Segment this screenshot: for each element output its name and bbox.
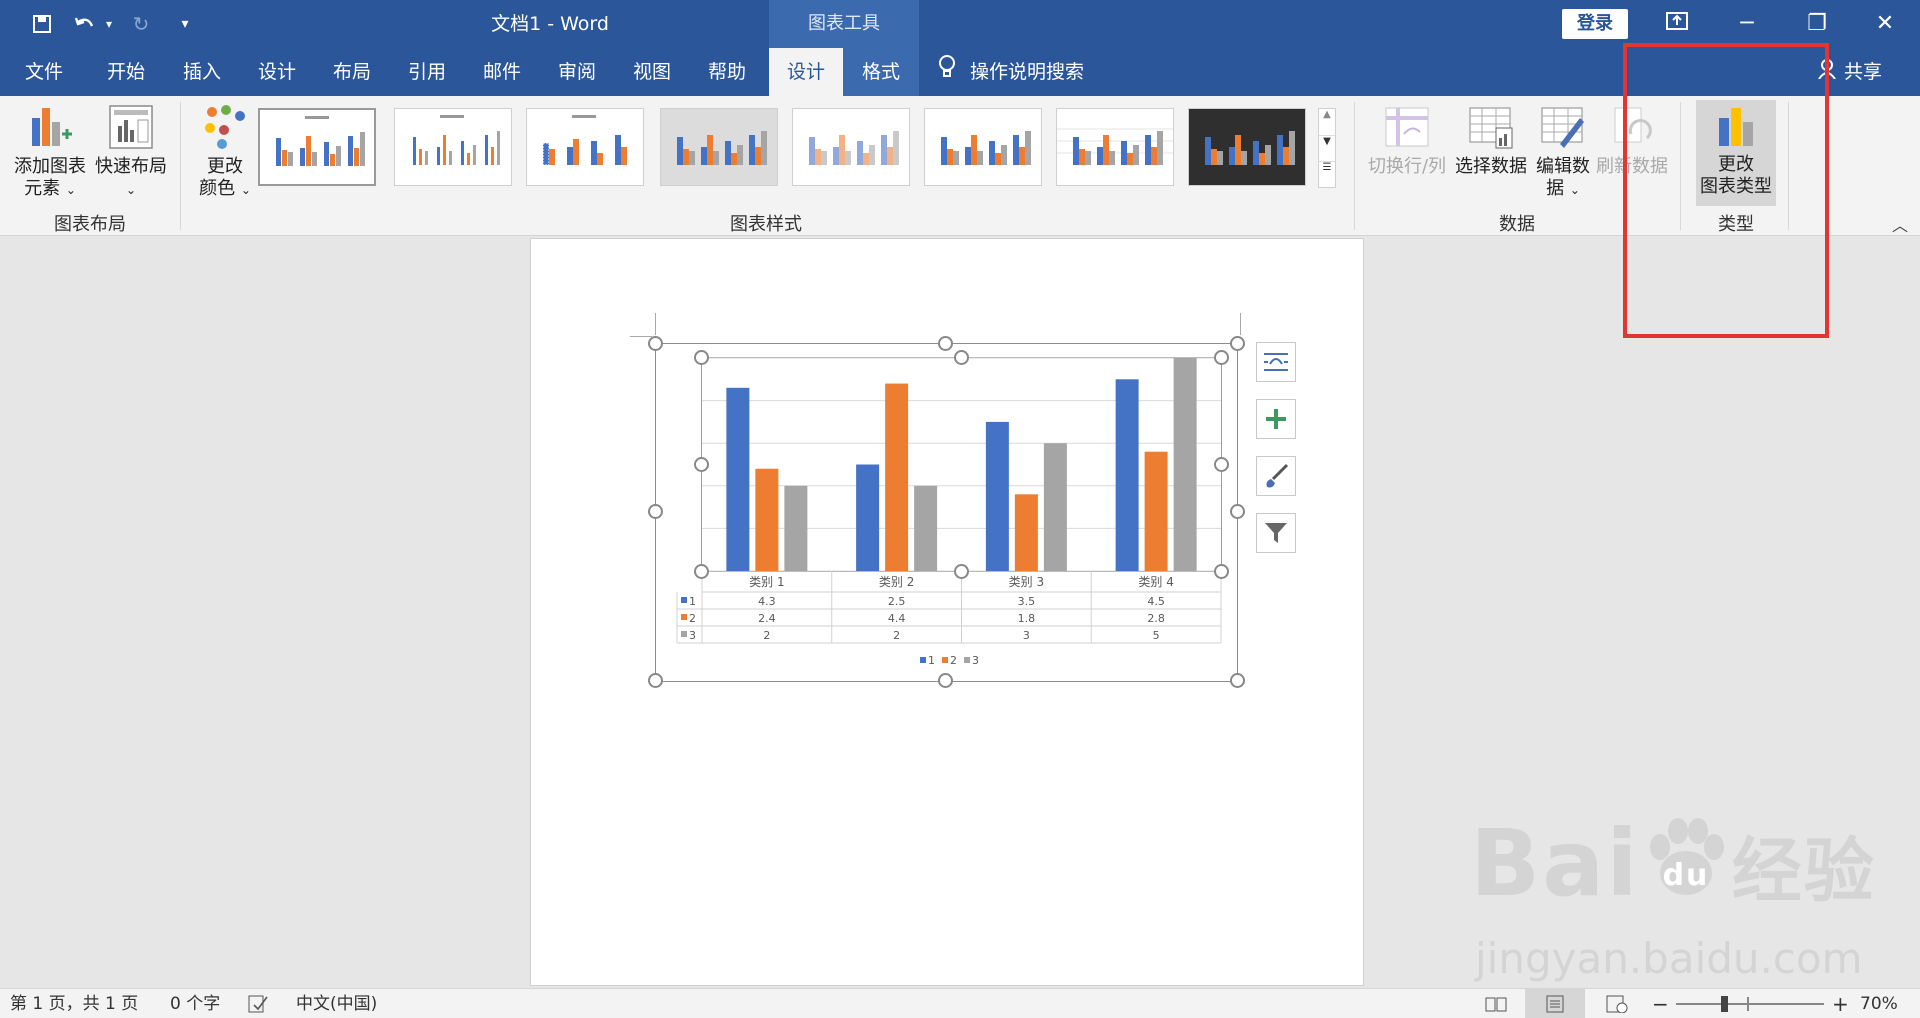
legend-key [964, 657, 970, 663]
zoom-slider[interactable] [1676, 989, 1824, 1018]
table-legend-key [681, 597, 687, 603]
chart-styles-button[interactable] [1256, 456, 1296, 496]
table-value: 2.5 [888, 595, 906, 608]
category-label: 类别 1 [749, 575, 784, 589]
page-info[interactable]: 第 1 页，共 1 页 [10, 989, 138, 1018]
bar [856, 464, 880, 571]
print-layout-icon[interactable] [1525, 989, 1585, 1018]
legend-key [942, 657, 948, 663]
resize-handle[interactable] [648, 504, 663, 519]
bar [914, 485, 938, 571]
bar [1144, 451, 1168, 571]
bar [985, 421, 1009, 571]
filter-icon [1265, 523, 1287, 543]
table-value: 2.8 [1147, 612, 1165, 625]
resize-handle[interactable] [1230, 336, 1245, 351]
word-count[interactable]: 0 个字 [170, 989, 220, 1018]
plot-resize-handle[interactable] [954, 350, 969, 365]
table-legend-key [681, 614, 687, 620]
paintbrush-icon [1266, 463, 1289, 488]
plot-resize-handle[interactable] [1214, 564, 1229, 579]
language[interactable]: 中文(中国) [296, 989, 377, 1018]
watermark-text-bai: Bai [1470, 810, 1640, 917]
paw-icon: du [1640, 813, 1732, 905]
table-value: 4.5 [1147, 595, 1165, 608]
table-value: 4.3 [758, 595, 776, 608]
category-label: 类别 4 [1138, 575, 1173, 589]
baidu-watermark: Bai du 经验 jingyan.baidu.com [1470, 810, 1920, 990]
watermark-text-jingyan: 经验 [1731, 830, 1876, 912]
highlight-box [1623, 43, 1829, 338]
table-legend-key [681, 631, 687, 637]
layout-options-icon [1264, 353, 1288, 371]
proofing-icon[interactable] [248, 989, 268, 1018]
bar [755, 468, 779, 571]
zoom-out-button[interactable]: − [1652, 989, 1669, 1018]
table-value: 2.4 [758, 612, 776, 625]
resize-handle[interactable] [938, 673, 953, 688]
chart-filters-button[interactable] [1256, 513, 1296, 553]
category-label: 类别 3 [1009, 575, 1044, 589]
plot-resize-handle[interactable] [694, 350, 709, 365]
resize-handle[interactable] [648, 336, 663, 351]
zoom-track [1676, 1003, 1824, 1005]
table-value: 2 [763, 629, 770, 642]
chart-elements-button[interactable] [1256, 399, 1296, 439]
bar [1173, 358, 1197, 571]
bar [885, 383, 909, 571]
plot-resize-handle[interactable] [694, 564, 709, 579]
series-name: 3 [689, 629, 696, 642]
read-mode-icon[interactable] [1485, 989, 1507, 1018]
plot-resize-handle[interactable] [954, 564, 969, 579]
plus-icon [1266, 409, 1286, 429]
layout-options-button[interactable] [1256, 342, 1296, 382]
table-value: 1.8 [1018, 612, 1036, 625]
zoom-level[interactable]: 70% [1860, 989, 1898, 1018]
zoom-in-button[interactable]: + [1832, 989, 1849, 1018]
zoom-center-tick [1747, 997, 1749, 1011]
resize-handle[interactable] [1230, 504, 1245, 519]
bar [726, 387, 750, 571]
series-name: 2 [689, 612, 696, 625]
bar [784, 485, 808, 571]
plot-resize-handle[interactable] [1214, 457, 1229, 472]
plot-resize-handle[interactable] [1214, 350, 1229, 365]
category-label: 类别 2 [879, 575, 914, 589]
bar [1115, 379, 1139, 571]
plot-resize-handle[interactable] [694, 457, 709, 472]
table-value: 2 [893, 629, 900, 642]
resize-handle[interactable] [648, 673, 663, 688]
legend-label: 2 [950, 654, 957, 667]
table-value: 3.5 [1018, 595, 1036, 608]
legend-key [920, 657, 926, 663]
legend-label: 1 [928, 654, 935, 667]
zoom-thumb[interactable] [1721, 996, 1728, 1012]
legend-label: 3 [972, 654, 979, 667]
table-value: 3 [1023, 629, 1030, 642]
watermark-url: jingyan.baidu.com [1475, 934, 1863, 983]
bar [1014, 494, 1038, 571]
web-layout-icon[interactable] [1606, 989, 1628, 1018]
resize-handle[interactable] [938, 336, 953, 351]
svg-text:du: du [1662, 858, 1709, 893]
series-name: 1 [689, 595, 696, 608]
status-bar: 第 1 页，共 1 页 0 个字 中文(中国) − + 70% [0, 988, 1920, 1018]
table-value: 5 [1153, 629, 1160, 642]
resize-handle[interactable] [1230, 673, 1245, 688]
bar [1043, 443, 1067, 571]
table-value: 4.4 [888, 612, 906, 625]
